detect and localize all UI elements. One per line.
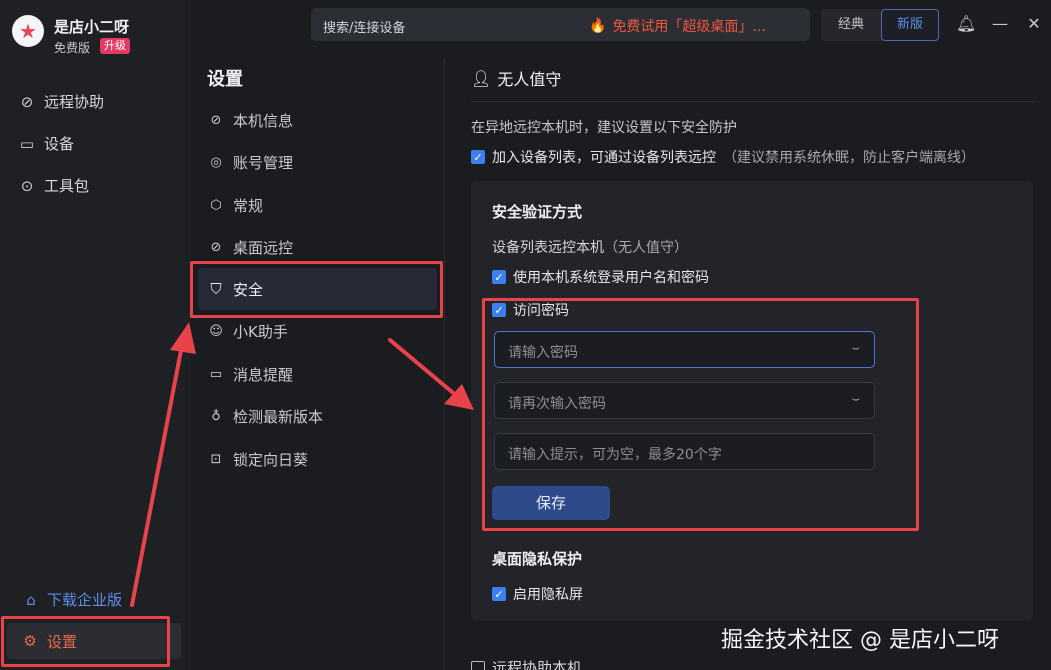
star-logo-icon: ★ <box>19 19 37 43</box>
highlight-box-settings <box>1 616 170 667</box>
compass-icon: ⊙ <box>20 176 34 195</box>
add-to-device-list-checkbox[interactable]: ✓ 加入设备列表，可通过设备列表远控 （建议禁用系统休眠，防止客户端离线） <box>471 147 975 167</box>
menu-item-label: 常规 <box>233 197 264 215</box>
remote-desktop-icon: ⊘ <box>210 240 222 255</box>
sidebar-item-devices[interactable]: ▭ 设备 <box>18 133 74 154</box>
checkbox-checked-icon: ✓ <box>471 150 485 164</box>
upgrade-badge[interactable]: 升级 <box>100 38 130 54</box>
app-name: 是店小二呀 <box>54 18 130 36</box>
download-enterprise-label: 下载企业版 <box>47 591 123 609</box>
promo-banner[interactable]: 🔥 免费试用「超级桌面」... <box>589 16 766 36</box>
bell-icon: ♁ <box>211 409 221 424</box>
privacy-screen-checkbox[interactable]: ✓ 启用隐私屏 <box>492 584 583 604</box>
list-remote-hint: （无人值守） <box>604 240 688 256</box>
add-to-list-hint: （建议禁用系统休眠，防止客户端离线） <box>723 150 975 166</box>
section-divider <box>471 101 1034 102</box>
menu-item-label: 锁定向日葵 <box>233 451 309 469</box>
flame-icon: 🔥 <box>589 18 607 34</box>
mode-classic-button[interactable]: 经典 <box>821 9 881 41</box>
watermark-text: 掘金技术社区 @ 是店小二呀 <box>721 628 999 653</box>
lock-icon: ⊡ <box>210 452 222 467</box>
privacy-screen-label: 启用隐私屏 <box>513 587 583 603</box>
menu-item-label: 检测最新版本 <box>233 408 324 426</box>
plan-label: 免费版 <box>54 41 91 55</box>
left-sidebar: ★ 是店小二呀 免费版 升级 ⊘ 远程协助 ▭ 设备 ⊙ 工具包 ⌂ 下载企业版… <box>0 0 191 670</box>
menu-item-device-info[interactable]: ⊘ 本机信息 <box>207 110 293 131</box>
sidebar-item-label: 工具包 <box>44 177 90 195</box>
search-bar[interactable]: 搜索/连接设备 🔥 免费试用「超级桌面」... <box>311 8 810 41</box>
building-icon: ⌂ <box>26 590 36 609</box>
cube-icon: ⬡ <box>210 198 222 213</box>
search-input-label: 搜索/连接设备 <box>323 21 406 36</box>
sidebar-item-toolkit[interactable]: ⊙ 工具包 <box>18 175 89 196</box>
highlight-box-password <box>482 298 919 531</box>
app-logo: ★ <box>12 15 44 47</box>
menu-item-assistant[interactable]: ☺ 小K助手 <box>207 321 288 342</box>
menu-item-check-update[interactable]: ♁ 检测最新版本 <box>207 406 323 427</box>
menu-item-remote-desktop[interactable]: ⊘ 桌面远控 <box>207 237 293 258</box>
column-divider <box>444 58 445 670</box>
menu-item-label: 桌面远控 <box>233 239 294 257</box>
next-section-label: 远程协助本机 <box>492 659 583 670</box>
menu-item-label: 账号管理 <box>233 154 294 172</box>
info-icon: ⊘ <box>210 113 222 128</box>
privacy-heading: 桌面隐私保护 <box>492 550 583 568</box>
user-shield-icon: 👤︎ <box>471 68 492 88</box>
minimize-icon[interactable]: — <box>990 14 1010 33</box>
section-title-text: 无人值守 <box>497 70 562 89</box>
menu-item-label: 本机信息 <box>233 112 294 130</box>
menu-item-account[interactable]: ◎ 账号管理 <box>207 152 293 173</box>
remote-assist-icon: ⊘ <box>20 92 34 111</box>
intro-text: 在异地远控本机时，建议设置以下安全防护 <box>471 120 737 136</box>
menu-item-lock[interactable]: ⊡ 锁定向日葵 <box>207 449 308 470</box>
highlight-box-security <box>190 261 443 318</box>
settings-title: 设置 <box>207 69 243 90</box>
arrowhead-right <box>444 384 474 410</box>
bot-icon: ☺ <box>209 324 223 339</box>
close-icon[interactable]: ✕ <box>1024 14 1044 33</box>
download-enterprise-link[interactable]: ⌂ 下载企业版 <box>22 589 122 610</box>
sidebar-item-remote-assist[interactable]: ⊘ 远程协助 <box>18 91 104 112</box>
section-title: 👤︎ 无人值守 <box>471 66 561 90</box>
checkbox-checked-icon: ✓ <box>492 587 506 601</box>
menu-item-label: 小K助手 <box>233 323 288 341</box>
checkbox-checked-icon: ✓ <box>492 270 506 284</box>
list-remote-label: 设备列表远控本机（无人值守） <box>492 237 688 257</box>
account-icon: ◎ <box>210 155 222 170</box>
settings-menu <box>191 54 444 670</box>
remote-assist-section-heading: 远程协助本机 <box>471 657 582 670</box>
promo-text: 免费试用「超级桌面」... <box>612 19 766 35</box>
message-icon: ▭ <box>209 367 223 382</box>
menu-item-label: 消息提醒 <box>233 366 294 384</box>
ui-mode-toggle: 经典 新版 <box>821 9 939 41</box>
menu-item-general[interactable]: ⬡ 常规 <box>207 195 263 216</box>
checkbox-unchecked-icon[interactable] <box>471 660 485 670</box>
system-login-checkbox[interactable]: ✓ 使用本机系统登录用户名和密码 <box>492 267 709 287</box>
sidebar-item-label: 设备 <box>44 135 75 153</box>
add-to-list-label: 加入设备列表，可通过设备列表远控 <box>492 150 716 166</box>
monitor-icon: ▭ <box>19 134 35 153</box>
menu-item-notifications[interactable]: ▭ 消息提醒 <box>207 364 293 385</box>
notification-bell-icon[interactable]: 🔔︎ <box>956 14 976 33</box>
list-remote-text: 设备列表远控本机 <box>492 240 604 256</box>
system-login-label: 使用本机系统登录用户名和密码 <box>513 270 709 286</box>
sidebar-item-label: 远程协助 <box>44 93 105 111</box>
auth-heading: 安全验证方式 <box>492 203 583 221</box>
mode-new-button[interactable]: 新版 <box>881 9 939 41</box>
